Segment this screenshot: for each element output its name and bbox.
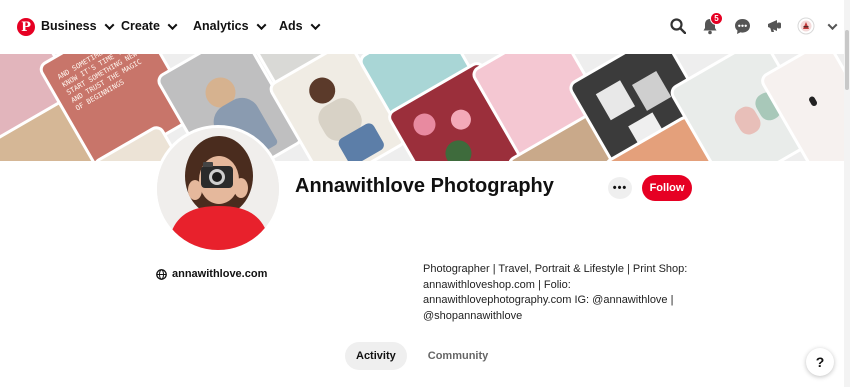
nav-create-menu[interactable]: Create (121, 19, 178, 33)
tab-community[interactable]: Community (417, 342, 500, 370)
notifications-bell-icon[interactable]: 5 (700, 12, 723, 36)
chevron-down-icon (310, 19, 321, 30)
follow-button[interactable]: Follow (642, 175, 692, 201)
globe-icon (156, 268, 167, 280)
logo-glyph: P (21, 19, 31, 35)
profile-cover-collage: AND SOMETIMES YOU KNOW IT'S TIME TO STAR… (0, 54, 844, 161)
profile-tabs: Activity Community (345, 342, 499, 370)
chevron-down-icon (167, 19, 178, 30)
top-nav: P Business Create Analytics Ads 5 (0, 0, 850, 54)
account-menu-chevron-down-icon[interactable] (822, 16, 842, 36)
announcements-megaphone-icon[interactable] (764, 16, 784, 36)
search-icon[interactable] (668, 16, 688, 36)
nav-analytics-menu[interactable]: Analytics (193, 19, 267, 33)
scrollbar-thumb[interactable] (845, 30, 849, 90)
chevron-down-icon (827, 19, 837, 30)
nav-analytics-label: Analytics (193, 19, 249, 33)
nav-business-menu[interactable]: Business (41, 19, 115, 33)
nav-ads-menu[interactable]: Ads (279, 19, 321, 33)
profile-bio: Photographer | Travel, Portrait & Lifest… (423, 263, 688, 322)
tab-activity[interactable]: Activity (345, 342, 407, 370)
avatar-illustration (157, 128, 279, 250)
nav-create-label: Create (121, 19, 160, 33)
profile-avatar-icon[interactable] (796, 16, 816, 36)
website-link[interactable]: annawithlove.com (156, 268, 267, 280)
website-url: annawithlove.com (172, 268, 268, 280)
notification-count-badge: 5 (710, 12, 723, 25)
profile-name: Annawithlove Photography (295, 175, 554, 197)
chevron-down-icon (256, 19, 267, 30)
chevron-down-icon (104, 19, 115, 30)
nav-ads-label: Ads (279, 19, 303, 33)
page-scrollbar[interactable] (844, 0, 850, 387)
more-options-button[interactable]: ••• (608, 177, 632, 199)
nav-business-label: Business (41, 19, 97, 33)
help-button[interactable]: ? (806, 348, 834, 376)
pinterest-logo-icon[interactable]: P (17, 18, 35, 36)
profile-avatar[interactable] (157, 128, 279, 250)
messages-icon[interactable] (732, 16, 752, 36)
